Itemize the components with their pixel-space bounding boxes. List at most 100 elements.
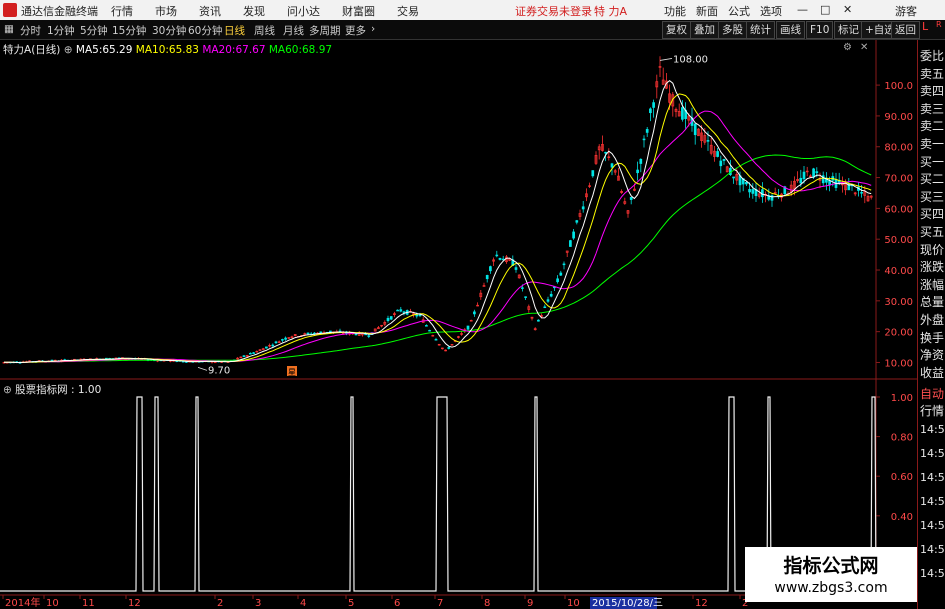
candle-body <box>495 254 499 257</box>
indicator-tick-label: 0.80 <box>891 433 913 444</box>
price-tick-label: 70.00 <box>884 174 913 185</box>
candle-body <box>473 311 476 315</box>
ma60-line <box>4 154 872 363</box>
panel-tab-1[interactable]: 行情 <box>920 402 944 419</box>
candle-body <box>213 361 217 364</box>
candle-body <box>748 189 751 193</box>
kline-chart[interactable]: 100.0 90.00 80.00 70.00 60.00 50.00 40.00 30.00… <box>0 0 945 609</box>
candle-body <box>402 311 406 313</box>
low-pointer <box>197 367 208 371</box>
candle-body <box>284 337 287 340</box>
candle-body <box>549 293 553 297</box>
candle-body <box>693 123 697 136</box>
indicator-tick-label: 0.60 <box>891 472 913 483</box>
panel-tab-0[interactable]: 自动 <box>920 385 944 402</box>
candle-body <box>271 344 275 347</box>
quote-field-5: 卖一 <box>920 137 945 151</box>
candle-body <box>546 299 550 302</box>
candle-body <box>498 257 502 260</box>
price-tick-label: 100.0 <box>884 81 913 92</box>
time-tick-label: 2014年 <box>5 596 40 609</box>
candle-body <box>629 197 633 200</box>
price-tick-label: 20.00 <box>884 328 913 339</box>
candle-body <box>559 272 563 276</box>
time-tick-label: 7 <box>437 598 443 609</box>
candle-body <box>799 177 803 184</box>
candle-body <box>418 314 422 317</box>
candle-body <box>354 333 358 336</box>
watermark-badge: 指标公式网 www.zbgs3.com <box>745 547 917 602</box>
candle-body <box>521 287 524 289</box>
quote-field-8: 买三 <box>920 189 945 204</box>
candle-body <box>722 158 726 161</box>
candle-body <box>469 320 473 322</box>
candle-body <box>524 296 527 298</box>
candle-body <box>681 107 684 120</box>
candle-body <box>745 181 748 185</box>
candle-body <box>732 176 735 179</box>
candle-body <box>636 169 639 174</box>
time-tick-label: 2 <box>217 598 223 609</box>
time-tick-label: 4 <box>300 598 306 609</box>
quote-field-10: 买五 <box>920 225 945 239</box>
candle-body <box>591 170 595 177</box>
candle-body <box>489 266 492 272</box>
time-tick-label: 3 <box>255 598 261 609</box>
candle-body <box>569 240 572 247</box>
tick-time-4: 14:50 <box>920 519 945 532</box>
time-tick-label: 6 <box>394 598 400 609</box>
candle-body <box>639 158 643 164</box>
watermark-url: www.zbgs3.com <box>774 580 888 596</box>
candle-body <box>815 171 819 174</box>
candle-body <box>396 309 399 312</box>
candle-body <box>389 316 393 320</box>
quote-field-2: 卖四 <box>920 84 945 99</box>
candle-body <box>434 339 438 341</box>
candle-body <box>537 319 540 322</box>
candle-body <box>386 317 390 322</box>
candle-body <box>556 278 559 283</box>
candle-body <box>249 352 252 355</box>
candle-body <box>543 306 547 309</box>
quote-field-0: 委比 <box>920 49 945 63</box>
ma5-line <box>4 79 872 363</box>
quote-field-4: 卖二 <box>920 119 945 134</box>
candle-body <box>581 206 585 210</box>
price-tick-label: 30.00 <box>884 297 913 308</box>
quote-field-14: 总量 <box>920 295 945 310</box>
low-price-label: 9.70 <box>208 365 230 376</box>
indicator-tick-label: 0.40 <box>891 512 913 523</box>
candle-body <box>812 168 815 178</box>
candle-body <box>425 325 428 327</box>
candle-body <box>860 192 863 194</box>
candle-body <box>242 355 246 358</box>
candle-body <box>258 349 262 351</box>
candle-body <box>575 220 579 223</box>
candle-body <box>604 151 607 154</box>
tick-time-0: 14:50 <box>920 423 945 436</box>
candle-body <box>719 160 723 167</box>
candle-body <box>706 140 710 142</box>
candle-body <box>274 341 278 344</box>
candle-body <box>649 108 652 114</box>
quote-field-7: 买二 <box>920 172 945 187</box>
quote-field-1: 卖五 <box>920 66 945 81</box>
candle-body <box>485 275 489 280</box>
time-tick-label: 5 <box>348 598 354 609</box>
price-tick-label: 50.00 <box>884 235 913 246</box>
candle-body <box>306 332 310 335</box>
candle-body <box>466 325 470 330</box>
time-tick-label: 10 <box>567 598 580 609</box>
tick-time-3: 14:50 <box>920 495 945 508</box>
time-tick-label: 9 <box>527 598 533 609</box>
price-tick-label: 10.00 <box>884 358 913 369</box>
quote-field-3: 卖三 <box>920 101 945 116</box>
candle-body <box>642 138 646 141</box>
quote-field-6: 买一 <box>920 154 945 169</box>
high-pointer <box>659 58 673 61</box>
candle-body <box>645 129 649 133</box>
time-tick-label: 10 <box>46 598 59 609</box>
selected-date-label: 2015/10/28/三 <box>592 598 663 609</box>
high-price-label: 108.00 <box>673 54 708 65</box>
candle-body <box>252 352 255 354</box>
